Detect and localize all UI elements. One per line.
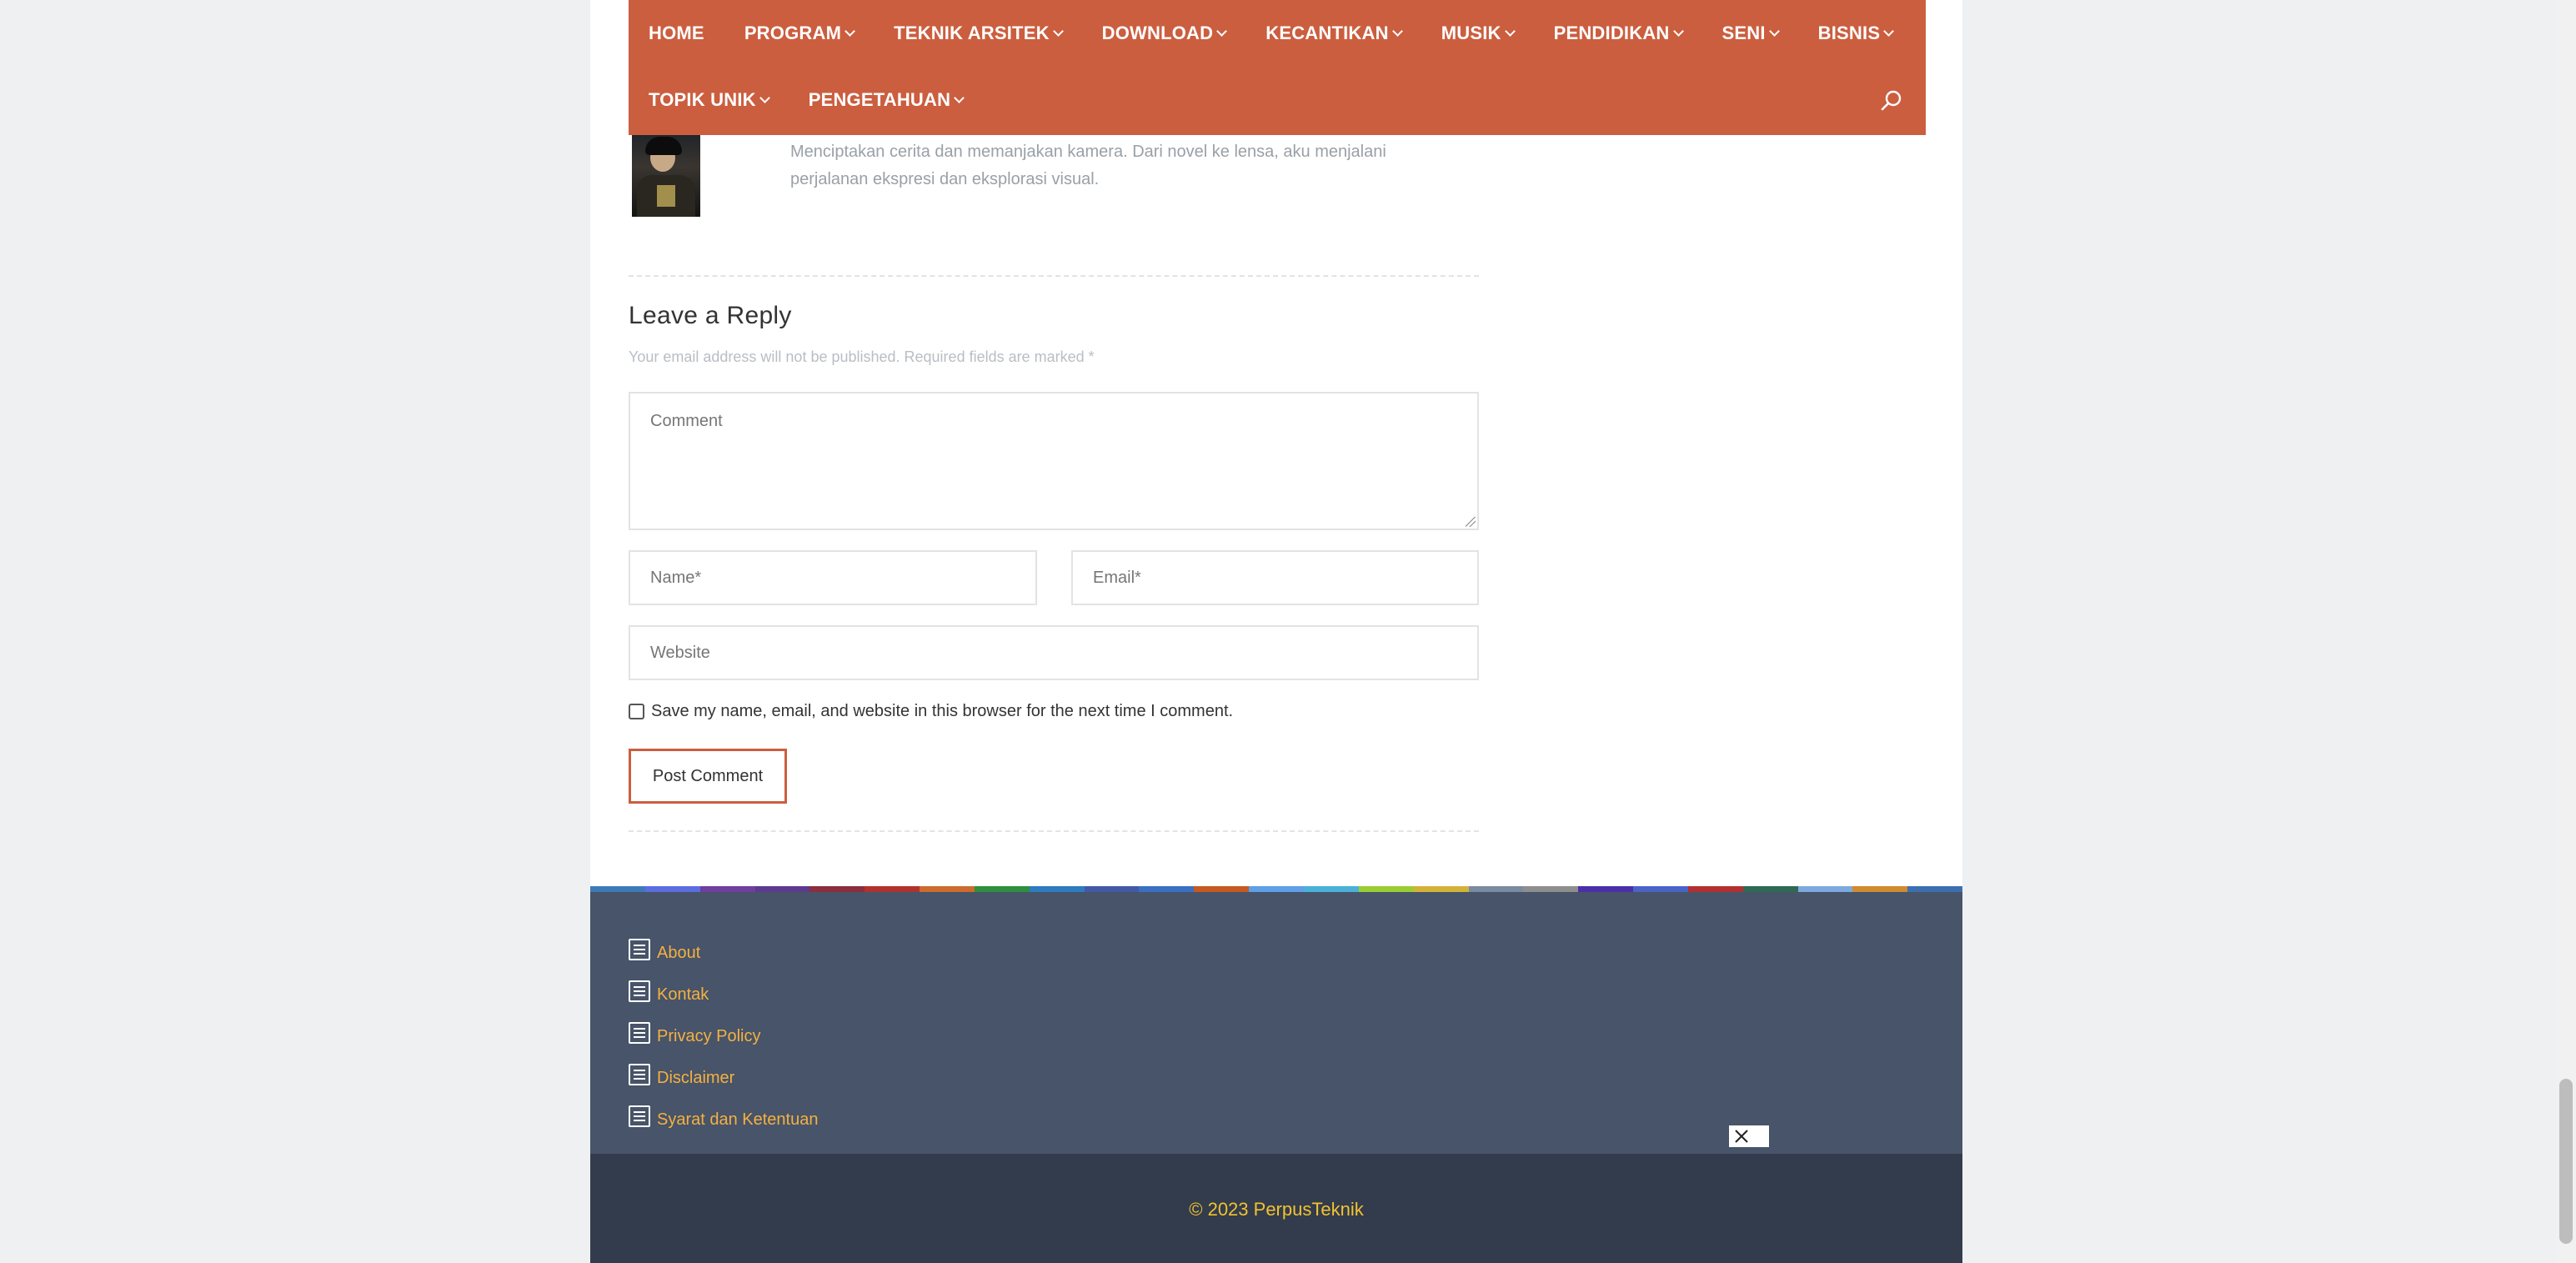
stripe-segment — [1852, 886, 1908, 892]
chevron-down-icon — [1052, 26, 1064, 37]
stripe-segment — [644, 886, 700, 892]
document-icon — [629, 1105, 650, 1127]
chevron-down-icon — [1504, 26, 1516, 37]
name-input[interactable]: Name* — [629, 550, 1037, 605]
stripe-segment — [920, 886, 975, 892]
divider — [629, 275, 1479, 277]
stripe-segment — [1413, 886, 1469, 892]
nav-item-bisnis[interactable]: BISNIS — [1818, 23, 1895, 44]
nav-row-secondary: TOPIK UNIK PENGETAHUAN — [649, 67, 1003, 133]
website-input[interactable]: Website — [629, 625, 1479, 680]
document-icon — [629, 1022, 650, 1044]
footer-link-privacy-policy[interactable]: Privacy Policy — [657, 1027, 760, 1046]
stripe-segment — [1084, 886, 1140, 892]
stripe-segment — [1687, 886, 1743, 892]
stripe-segment — [1797, 886, 1853, 892]
stripe-segment — [1139, 886, 1195, 892]
footer-link-syarat-dan-ketentuan[interactable]: Syarat dan Ketentuan — [657, 1110, 818, 1130]
stripe-segment — [1633, 886, 1688, 892]
footer-color-stripe — [590, 886, 1963, 892]
stripe-segment — [1523, 886, 1579, 892]
stripe-segment — [1303, 886, 1359, 892]
chevron-down-icon — [759, 93, 770, 103]
chevron-down-icon — [1391, 26, 1403, 37]
chevron-down-icon — [1883, 26, 1895, 37]
chevron-down-icon — [1672, 26, 1684, 37]
nav-item-pendidikan[interactable]: PENDIDIKAN — [1554, 23, 1684, 44]
consent-label[interactable]: Save my name, email, and website in this… — [651, 702, 1233, 721]
stripe-segment — [1249, 886, 1304, 892]
copyright-text: © 2023 PerpusTeknik — [1189, 1199, 1364, 1220]
footer-link-item: Privacy Policy — [629, 1015, 818, 1057]
stripe-segment — [865, 886, 920, 892]
stripe-segment — [590, 886, 645, 892]
stripe-segment — [974, 886, 1030, 892]
close-icon[interactable] — [1729, 1125, 1769, 1147]
nav-item-download[interactable]: DOWNLOAD — [1102, 23, 1228, 44]
email-placeholder: Email* — [1093, 568, 1141, 587]
footer-link-disclaimer[interactable]: Disclaimer — [657, 1069, 734, 1088]
nav-item-pengetahuan[interactable]: PENGETAHUAN — [809, 89, 965, 111]
stripe-segment — [1358, 886, 1414, 892]
nav-item-musik[interactable]: MUSIK — [1441, 23, 1516, 44]
name-placeholder: Name* — [650, 568, 702, 587]
footer-links: About Kontak Privacy Policy Disclaimer S… — [629, 932, 818, 1140]
author-avatar[interactable] — [632, 133, 700, 217]
comment-placeholder: Comment — [650, 412, 723, 430]
divider — [629, 830, 1479, 832]
stripe-segment — [699, 886, 755, 892]
stripe-segment — [1194, 886, 1250, 892]
stripe-segment — [1468, 886, 1524, 892]
nav-item-home[interactable]: HOME — [649, 23, 704, 44]
stripe-segment — [1578, 886, 1634, 892]
footer-link-item: About — [629, 932, 818, 974]
reply-title: Leave a Reply — [629, 302, 792, 329]
nav-row-primary: HOME PROGRAM TEKNIK ARSITEK DOWNLOAD KEC… — [649, 0, 1932, 67]
footer-link-about[interactable]: About — [657, 944, 700, 963]
nav-item-teknik-arsitek[interactable]: TEKNIK ARSITEK — [894, 23, 1064, 44]
page-scrollbar[interactable] — [2556, 0, 2576, 1263]
nav-item-program[interactable]: PROGRAM — [744, 23, 855, 44]
footer-link-item: Disclaimer — [629, 1057, 818, 1099]
stripe-segment — [809, 886, 865, 892]
author-bio: Menciptakan cerita dan memanjakan kamera… — [790, 138, 1474, 193]
search-icon[interactable] — [1877, 87, 1906, 115]
email-input[interactable]: Email* — [1071, 550, 1479, 605]
nav-item-seni[interactable]: SENI — [1722, 23, 1780, 44]
footer-link-kontak[interactable]: Kontak — [657, 985, 709, 1005]
post-comment-button[interactable]: Post Comment — [629, 749, 787, 804]
chevron-down-icon — [954, 93, 965, 103]
comment-notes: Your email address will not be published… — [629, 348, 1095, 365]
document-icon — [629, 939, 650, 960]
footer-link-item: Kontak — [629, 974, 818, 1015]
chevron-down-icon — [844, 26, 855, 37]
stripe-segment — [1742, 886, 1798, 892]
author-bio-line: Menciptakan cerita dan memanjakan kamera… — [790, 143, 1386, 161]
website-placeholder: Website — [650, 643, 710, 662]
chevron-down-icon — [1216, 26, 1228, 37]
footer-link-item: Syarat dan Ketentuan — [629, 1099, 818, 1140]
main-navigation: HOME PROGRAM TEKNIK ARSITEK DOWNLOAD KEC… — [629, 0, 1926, 135]
comment-textarea[interactable]: Comment — [629, 392, 1479, 530]
document-icon — [629, 980, 650, 1002]
cookie-consent: Save my name, email, and website in this… — [629, 702, 1233, 721]
nav-item-topik-unik[interactable]: TOPIK UNIK — [649, 89, 770, 111]
document-icon — [629, 1064, 650, 1085]
resize-grip-icon[interactable] — [1466, 517, 1476, 527]
chevron-down-icon — [1768, 26, 1780, 37]
stripe-segment — [1029, 886, 1085, 892]
consent-checkbox[interactable] — [629, 704, 644, 719]
author-bio-line: perjalanan ekspresi dan eksplorasi visua… — [790, 170, 1100, 188]
stripe-segment — [1907, 886, 1963, 892]
nav-item-kecantikan[interactable]: KECANTIKAN — [1265, 23, 1403, 44]
stripe-segment — [754, 886, 810, 892]
scrollbar-thumb[interactable] — [2559, 1079, 2573, 1244]
